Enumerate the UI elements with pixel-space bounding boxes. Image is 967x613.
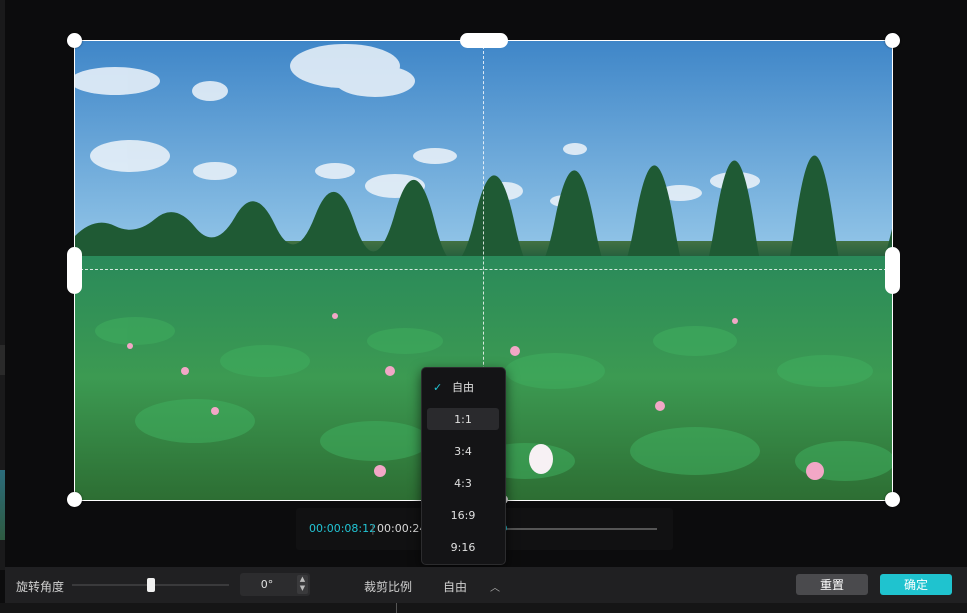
crop-ratio-option[interactable]: 3:4 — [427, 440, 499, 462]
crop-ratio-select[interactable]: 自由 — [443, 578, 467, 595]
reset-button[interactable]: 重置 — [796, 574, 868, 595]
crop-ratio-menu: ✓ 自由 1:1 3:4 4:3 16:9 9:16 — [421, 367, 506, 565]
crop-ratio-option-label: 16:9 — [450, 508, 476, 522]
side-marker — [0, 345, 5, 375]
crop-handle-left[interactable] — [67, 247, 82, 294]
chevron-up-icon[interactable]: ︿ — [490, 579, 500, 594]
crop-ratio-option-label: 4:3 — [454, 476, 472, 490]
crop-ratio-option-label: 1:1 — [454, 412, 472, 426]
rotation-input[interactable]: 0° ▲ ▼ — [240, 573, 310, 596]
rotation-value[interactable]: 0° — [240, 578, 294, 591]
crop-ratio-option[interactable]: 9:16 — [427, 536, 499, 558]
crop-controls-bar: 旋转角度 0° ▲ ▼ 裁剪比例 自由 ︿ 重置 确定 — [5, 567, 967, 603]
check-icon: ✓ — [433, 380, 443, 394]
crop-handle-right[interactable] — [885, 247, 900, 294]
current-time: 00:00:08:12 — [309, 522, 377, 535]
timeline-edge — [0, 603, 967, 613]
time-separator: | — [371, 522, 375, 535]
crop-handle-top[interactable] — [460, 33, 508, 48]
clip-thumbnail — [0, 470, 5, 540]
confirm-button[interactable]: 确定 — [880, 574, 952, 595]
crop-handle-bottom-right[interactable] — [885, 492, 900, 507]
crop-ratio-option[interactable]: ✓ 自由 — [427, 376, 499, 398]
playhead-tick — [396, 603, 397, 613]
crop-guide-horizontal — [75, 269, 892, 270]
crop-ratio-label: 裁剪比例 — [364, 580, 413, 594]
crop-handle-bottom-left[interactable] — [67, 492, 82, 507]
crop-handle-top-right[interactable] — [885, 33, 900, 48]
rotation-label: 旋转角度 — [16, 580, 65, 594]
crop-ratio-option-label: 自由 — [452, 381, 474, 394]
rotation-slider-knob[interactable] — [146, 578, 155, 592]
crop-ratio-option[interactable]: 16:9 — [427, 504, 499, 526]
crop-ratio-option[interactable]: 1:1 — [427, 408, 499, 430]
crop-ratio-option-label: 3:4 — [454, 444, 472, 458]
spinner-arrows-icon[interactable]: ▲ ▼ — [297, 575, 308, 594]
timeline-side-strip — [0, 0, 5, 570]
crop-ratio-option-label: 9:16 — [450, 540, 476, 554]
crop-ratio-option[interactable]: 4:3 — [427, 472, 499, 494]
crop-handle-top-left[interactable] — [67, 33, 82, 48]
